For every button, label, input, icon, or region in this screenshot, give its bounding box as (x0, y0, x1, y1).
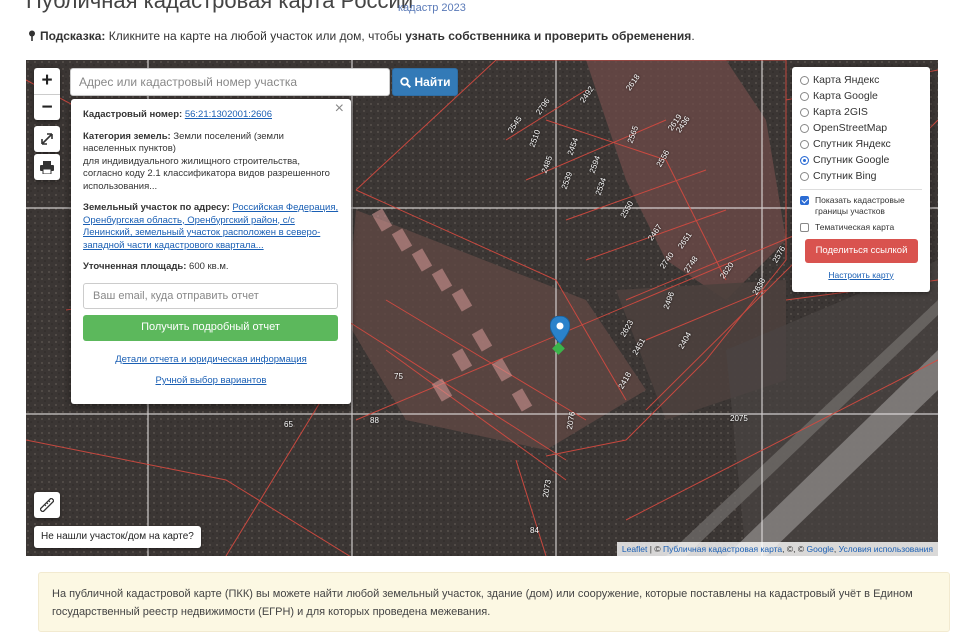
attribution-sep: , ©, © (782, 544, 807, 554)
show-cadastral-checkbox[interactable] (800, 196, 809, 205)
address-row: Земельный участок по адресу: Российская … (83, 202, 339, 252)
configure-map-link[interactable]: Настроить карту (800, 270, 922, 280)
not-found-button[interactable]: Не нашли участок/дом на карте? (34, 526, 201, 548)
cadastral-number-link[interactable]: 56:21:1302001:2606 (185, 109, 272, 120)
hint-end: . (691, 29, 695, 43)
category-label: Категория земель: (83, 130, 171, 142)
ruler-button[interactable] (34, 492, 60, 518)
layer-radio[interactable] (800, 155, 809, 165)
show-cadastral-label: Показать кадастровые границы участков (815, 195, 905, 216)
search-button[interactable]: Найти (392, 68, 458, 96)
layer-option[interactable]: Спутник Bing (800, 168, 922, 184)
hint-text: Кликните на карте на любой участок или д… (108, 29, 402, 43)
zoom-control: + − (34, 68, 60, 120)
fullscreen-button[interactable] (34, 126, 60, 152)
layer-option[interactable]: Спутник Google (800, 152, 922, 168)
hint-line: Подсказка: Кликните на карте на любой уч… (28, 29, 695, 43)
cadastral-map[interactable]: 2796 2492 2618 2619 2545 2510 2485 2454 … (26, 60, 938, 556)
base-layer-list: Карта Яндекс Карта Google Карта 2GIS OpenSt… (800, 72, 922, 184)
google-link[interactable]: Google (807, 544, 834, 554)
layer-radio[interactable] (800, 139, 809, 149)
layer-option[interactable]: Карта Google (800, 88, 922, 104)
terms-link[interactable]: Условия использования (839, 544, 933, 554)
hint-label: Подсказка: (40, 29, 106, 43)
page-title-extra: кадастр 2023 (398, 2, 466, 14)
category-row: Категория земель: Земли поселений (земли… (83, 131, 339, 194)
zoom-in-button[interactable]: + (34, 68, 60, 94)
search-icon (399, 76, 411, 88)
layer-radio[interactable] (800, 91, 809, 101)
layer-option-label: Карта 2GIS (813, 106, 868, 118)
layer-option-label: Спутник Яндекс (813, 138, 891, 150)
thematic-map-checkbox[interactable] (800, 223, 809, 232)
pkk-link[interactable]: Публичная кадастровая карта (663, 544, 782, 554)
get-report-button[interactable]: Получить подробный отчет (83, 314, 338, 341)
layer-radio[interactable] (800, 75, 809, 85)
notice-text: На публичной кадастровой карте (ПКК) вы … (52, 588, 913, 618)
thematic-map-toggle[interactable]: Тематическая карта (800, 222, 922, 233)
layer-option[interactable]: Карта 2GIS (800, 104, 922, 120)
info-notice: На публичной кадастровой карте (ПКК) вы … (38, 572, 950, 632)
area-label: Уточненная площадь: (83, 261, 187, 272)
address-label: Земельный участок по адресу: (83, 202, 230, 213)
layer-option[interactable]: Спутник Яндекс (800, 136, 922, 152)
print-button[interactable] (34, 154, 60, 180)
email-field[interactable] (83, 282, 338, 309)
print-icon (40, 160, 54, 174)
layers-panel: Карта Яндекс Карта Google Карта 2GIS OpenSt… (792, 67, 930, 292)
layer-option-label: Карта Яндекс (813, 74, 880, 86)
area-row: Уточненная площадь: 600 кв.м. (83, 261, 339, 274)
search-button-label: Найти (414, 75, 451, 89)
layer-radio[interactable] (800, 107, 809, 117)
show-cadastral-toggle[interactable]: Показать кадастровые границы участков (800, 195, 922, 216)
attribution-sep: | © (647, 544, 663, 554)
manual-choice-link[interactable]: Ручной выбор вариантов (156, 375, 267, 386)
thematic-map-label: Тематическая карта (815, 222, 895, 232)
divider (800, 189, 922, 190)
zoom-out-button[interactable]: − (34, 94, 60, 120)
parcel-info-popup: × Кадастровый номер: 56:21:1302001:2606 … (71, 99, 351, 404)
close-popup-button[interactable]: × (335, 101, 344, 116)
layer-option[interactable]: OpenStreetMap (800, 120, 922, 136)
layer-option-label: Спутник Google (813, 154, 890, 166)
expand-icon (41, 133, 53, 145)
pin-icon (29, 30, 35, 41)
layer-radio[interactable] (800, 123, 809, 133)
map-marker-icon[interactable] (550, 316, 570, 356)
page-title: Публичная кадастровая карта России (26, 0, 414, 13)
search-input[interactable] (70, 68, 390, 96)
leaflet-link[interactable]: Leaflet (622, 544, 648, 554)
layer-option-label: OpenStreetMap (813, 122, 888, 134)
layer-option-label: Карта Google (813, 90, 878, 102)
report-details-link[interactable]: Детали отчета и юридическая информация (115, 354, 307, 365)
usage-text: для индивидуального жилищного строительс… (83, 155, 330, 192)
hint-bold: узнать собственника и проверить обремене… (405, 29, 692, 43)
area-value: 600 кв.м. (189, 261, 229, 272)
map-attribution: Leaflet | © Публичная кадастровая карта,… (616, 542, 938, 556)
ruler-icon (40, 498, 54, 512)
layer-option-label: Спутник Bing (813, 170, 877, 182)
layer-option[interactable]: Карта Яндекс (800, 72, 922, 88)
share-link-button[interactable]: Поделиться ссылкой (805, 238, 918, 263)
layer-radio[interactable] (800, 171, 809, 181)
cadastral-label: Кадастровый номер: (83, 109, 183, 120)
cadastral-row: Кадастровый номер: 56:21:1302001:2606 (83, 109, 339, 122)
